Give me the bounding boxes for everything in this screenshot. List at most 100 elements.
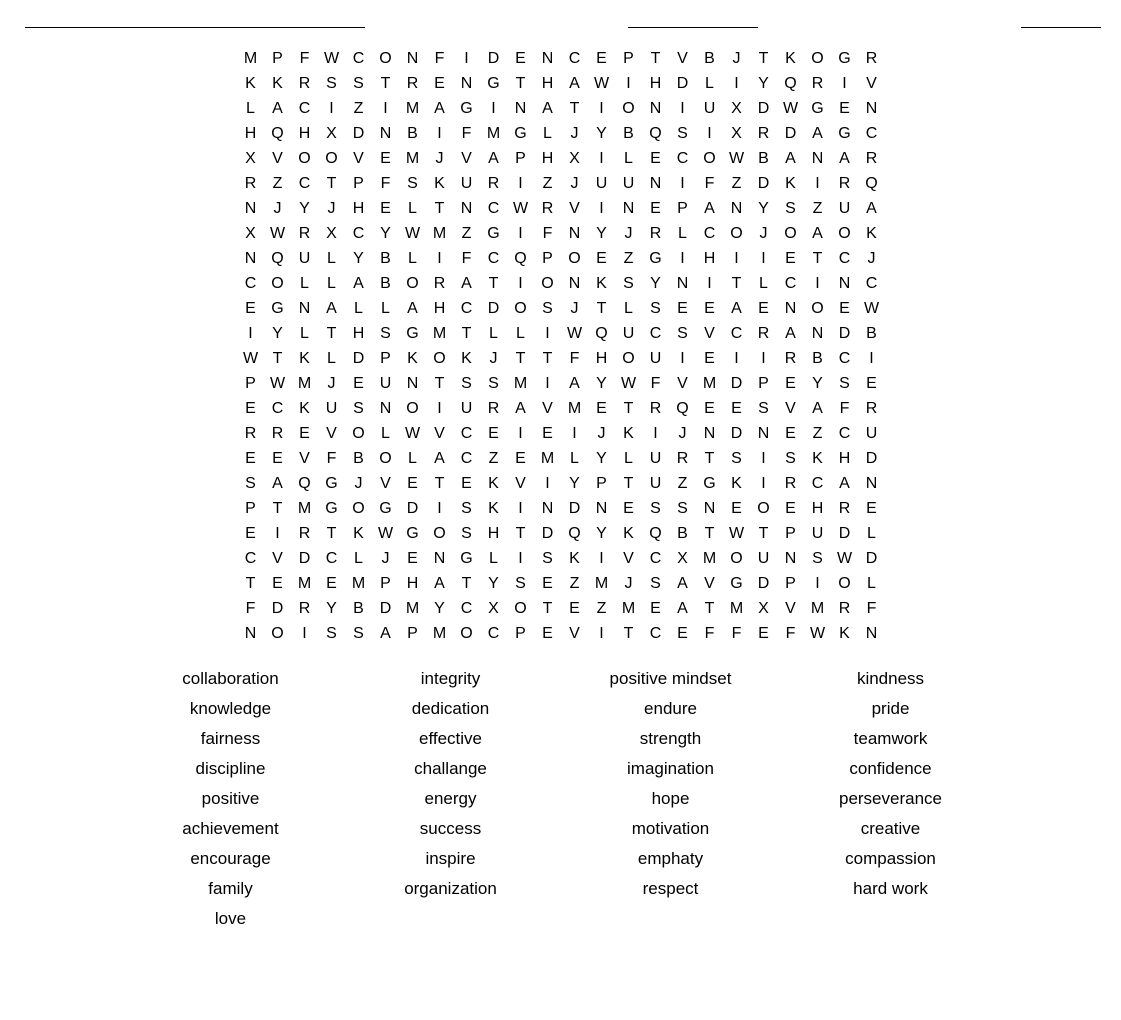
grid-cell: L	[237, 96, 265, 122]
grid-cell: T	[534, 596, 562, 622]
grid-cell: H	[345, 321, 373, 347]
grid-cell: C	[858, 271, 886, 297]
grid-cell: M	[237, 46, 265, 72]
grid-cell: J	[372, 546, 400, 572]
grid-cell: T	[588, 296, 616, 322]
grid-cell: S	[777, 446, 805, 472]
grid-cell: Z	[534, 171, 562, 197]
grid-cell: N	[399, 46, 427, 72]
grid-cell: Y	[588, 121, 616, 147]
grid-cell: T	[426, 196, 454, 222]
grid-cell: L	[858, 521, 886, 547]
grid-cell: A	[858, 196, 886, 222]
grid-cell: O	[426, 521, 454, 547]
grid-cell: U	[291, 246, 319, 272]
grid-cell: R	[291, 596, 319, 622]
grid-cell: Z	[804, 196, 832, 222]
grid-cell: S	[453, 371, 481, 397]
grid-cell: H	[831, 446, 859, 472]
grid-cell: D	[345, 121, 373, 147]
grid-cell: M	[696, 546, 724, 572]
grid-cell: I	[507, 221, 535, 247]
grid-cell: A	[453, 271, 481, 297]
grid-cell: E	[291, 421, 319, 447]
grid-cell: J	[561, 171, 589, 197]
grid-cell: A	[777, 321, 805, 347]
grid-cell: E	[831, 296, 859, 322]
grid-cell: O	[723, 546, 751, 572]
grid-cell: C	[237, 546, 265, 572]
grid-cell: O	[507, 296, 535, 322]
grid-cell: N	[642, 171, 670, 197]
grid-cell: Q	[669, 396, 697, 422]
grid-cell: T	[723, 271, 751, 297]
grid-cell: H	[804, 496, 832, 522]
grid-cell: W	[804, 621, 832, 647]
grid-cell: U	[588, 171, 616, 197]
grid-cell: I	[534, 371, 562, 397]
grid-cell: M	[345, 571, 373, 597]
grid-cell: R	[291, 71, 319, 97]
grid-cell: W	[264, 371, 292, 397]
grid-cell: D	[264, 596, 292, 622]
grid-cell: A	[831, 146, 859, 172]
grid-cell: C	[858, 121, 886, 147]
grid-cell: A	[426, 96, 454, 122]
grid-cell: R	[831, 171, 859, 197]
grid-cell: S	[669, 496, 697, 522]
grid-cell: S	[642, 571, 670, 597]
grid-cell: I	[426, 121, 454, 147]
header	[20, 10, 1101, 28]
grid-cell: S	[642, 296, 670, 322]
word-search-grid: MPFWCONFIDENCEPTVBJTKOGRKKRSSTRENGTHAWIH…	[237, 46, 885, 646]
grid-cell: B	[399, 121, 427, 147]
grid-cell: Z	[723, 171, 751, 197]
grid-cell: E	[372, 196, 400, 222]
grid-cell: O	[804, 296, 832, 322]
grid-cell: R	[642, 396, 670, 422]
grid-cell: O	[318, 146, 346, 172]
grid-cell: D	[372, 596, 400, 622]
grid-cell: E	[669, 296, 697, 322]
grid-cell: N	[669, 271, 697, 297]
grid-cell: T	[696, 446, 724, 472]
grid-cell: R	[642, 221, 670, 247]
grid-cell: R	[831, 496, 859, 522]
grid-cell: U	[642, 346, 670, 372]
grid-cell: A	[399, 296, 427, 322]
grid-cell: L	[561, 446, 589, 472]
grid-cell: X	[318, 221, 346, 247]
grid-cell: A	[426, 446, 454, 472]
grid-cell: V	[669, 46, 697, 72]
grid-cell: O	[399, 396, 427, 422]
grid-cell: G	[804, 96, 832, 122]
word-item: hard work	[781, 876, 1001, 902]
grid-cell: X	[750, 596, 778, 622]
grid-cell: I	[723, 346, 751, 372]
grid-cell: Q	[264, 246, 292, 272]
grid-cell: I	[426, 396, 454, 422]
grid-cell: I	[507, 546, 535, 572]
grid-cell: E	[750, 296, 778, 322]
grid-cell: C	[345, 46, 373, 72]
grid-cell: W	[399, 421, 427, 447]
grid-cell: B	[615, 121, 643, 147]
grid-cell: A	[264, 471, 292, 497]
grid-cell: S	[372, 321, 400, 347]
grid-cell: N	[777, 546, 805, 572]
grid-cell: A	[561, 71, 589, 97]
word-item: imagination	[561, 756, 781, 782]
grid-cell: U	[642, 471, 670, 497]
grid-cell: V	[561, 621, 589, 647]
grid-cell: M	[696, 371, 724, 397]
word-item: compassion	[781, 846, 1001, 872]
grid-cell: L	[399, 196, 427, 222]
grid-cell: U	[858, 421, 886, 447]
grid-cell: K	[453, 346, 481, 372]
grid-cell: G	[480, 221, 508, 247]
grid-cell: C	[777, 271, 805, 297]
grid-cell: W	[561, 321, 589, 347]
grid-cell: E	[399, 546, 427, 572]
grid-cell: O	[507, 596, 535, 622]
grid-cell: N	[588, 496, 616, 522]
